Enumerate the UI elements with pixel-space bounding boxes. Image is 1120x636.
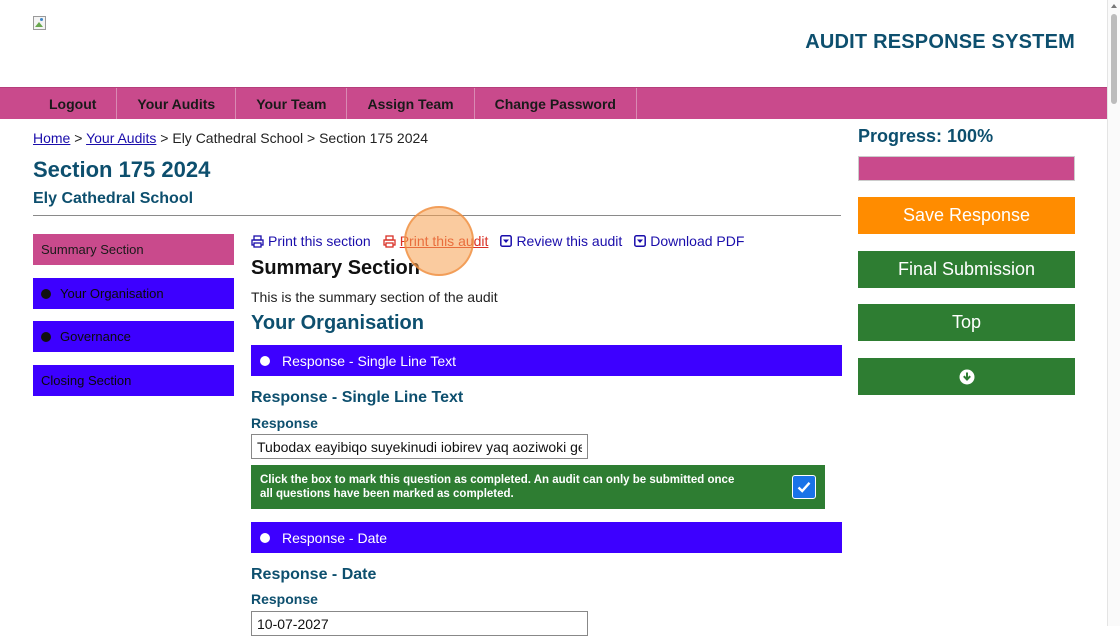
sidebar-item-label: Summary Section xyxy=(41,242,144,257)
question-bar-label: Response - Single Line Text xyxy=(282,352,457,369)
sidebar-item-closing-section[interactable]: Closing Section xyxy=(33,365,234,396)
response-label: Response xyxy=(251,415,318,431)
checkmark-icon xyxy=(797,482,811,493)
completion-notice: Click the box to mark this question as c… xyxy=(251,465,825,509)
sidebar-item-label: Governance xyxy=(60,329,131,344)
nav-assign-team[interactable]: Assign Team xyxy=(347,88,475,119)
nav-your-audits[interactable]: Your Audits xyxy=(117,88,237,119)
sidebar-item-your-organisation[interactable]: Your Organisation xyxy=(33,278,234,309)
progress-bar xyxy=(858,156,1075,181)
response-text-input[interactable] xyxy=(251,434,588,459)
scrollbar-thumb[interactable] xyxy=(1111,14,1117,104)
breadcrumb-separator: > xyxy=(303,130,320,146)
summary-section-heading: Summary Section xyxy=(251,257,420,279)
response-label: Response xyxy=(251,591,318,607)
breadcrumb: Home > Your Audits > Ely Cathedral Schoo… xyxy=(33,130,428,146)
breadcrumb-separator: > xyxy=(70,130,87,146)
completion-text: Click the box to mark this question as c… xyxy=(260,474,735,500)
top-button[interactable]: Top xyxy=(858,304,1075,341)
breadcrumb-home-link[interactable]: Home xyxy=(33,130,70,146)
question-title: Response - Date xyxy=(251,566,377,583)
question-bar-label: Response - Date xyxy=(282,529,388,546)
sidebar-item-label: Your Organisation xyxy=(60,286,164,301)
school-name: Ely Cathedral School xyxy=(33,190,194,207)
audit-actions: Print this section Print this audit Revi… xyxy=(251,233,756,249)
bullet-icon xyxy=(260,355,270,366)
sidebar-item-governance[interactable]: Governance xyxy=(33,321,234,352)
header-divider xyxy=(33,215,841,216)
print-audit-link[interactable]: Print this audit xyxy=(383,233,488,249)
review-icon xyxy=(500,235,513,247)
save-response-button[interactable]: Save Response xyxy=(858,197,1075,234)
your-organisation-heading: Your Organisation xyxy=(251,312,424,334)
scroll-down-button[interactable] xyxy=(858,358,1075,395)
breadcrumb-section: Section 175 2024 xyxy=(319,130,429,146)
summary-section-description: This is the summary section of the audit xyxy=(251,289,498,305)
download-pdf-link[interactable]: Download PDF xyxy=(634,233,744,249)
breadcrumb-school: Ely Cathedral School xyxy=(172,130,304,146)
question-bar-date[interactable]: Response - Date xyxy=(251,522,842,553)
question-title: Response - Single Line Text xyxy=(251,389,464,406)
page-title: Section 175 2024 xyxy=(33,157,211,182)
download-icon xyxy=(634,235,647,247)
question-bar-single-line-text[interactable]: Response - Single Line Text xyxy=(251,345,842,376)
nav-your-team[interactable]: Your Team xyxy=(236,88,348,119)
sidebar-item-label: Closing Section xyxy=(41,373,132,388)
scroll-up-icon[interactable] xyxy=(1111,4,1117,8)
nav-change-password[interactable]: Change Password xyxy=(475,88,637,119)
progress-bar-fill xyxy=(859,157,1074,180)
breadcrumb-separator: > xyxy=(156,130,173,146)
page-scrollbar[interactable] xyxy=(1107,0,1120,626)
print-section-link[interactable]: Print this section xyxy=(251,233,371,249)
nav-logout[interactable]: Logout xyxy=(14,88,118,119)
final-submission-button[interactable]: Final Submission xyxy=(858,251,1075,288)
system-title: AUDIT RESPONSE SYSTEM xyxy=(805,31,1075,53)
bullet-icon xyxy=(41,288,51,299)
print-icon xyxy=(383,234,396,248)
sidebar-item-summary-section[interactable]: Summary Section xyxy=(33,234,234,265)
print-icon xyxy=(251,234,264,248)
review-audit-link[interactable]: Review this audit xyxy=(500,233,622,249)
response-date-input[interactable] xyxy=(251,611,588,636)
progress-label: Progress: 100% xyxy=(858,126,994,146)
arrow-down-circle-icon xyxy=(959,369,974,384)
bullet-icon xyxy=(41,331,51,342)
broken-image-icon xyxy=(33,16,46,30)
bullet-icon xyxy=(260,532,270,543)
main-navbar: Logout Your Audits Your Team Assign Team… xyxy=(0,87,1108,119)
breadcrumb-audits-link[interactable]: Your Audits xyxy=(86,130,156,146)
completed-checkbox[interactable] xyxy=(792,475,816,499)
